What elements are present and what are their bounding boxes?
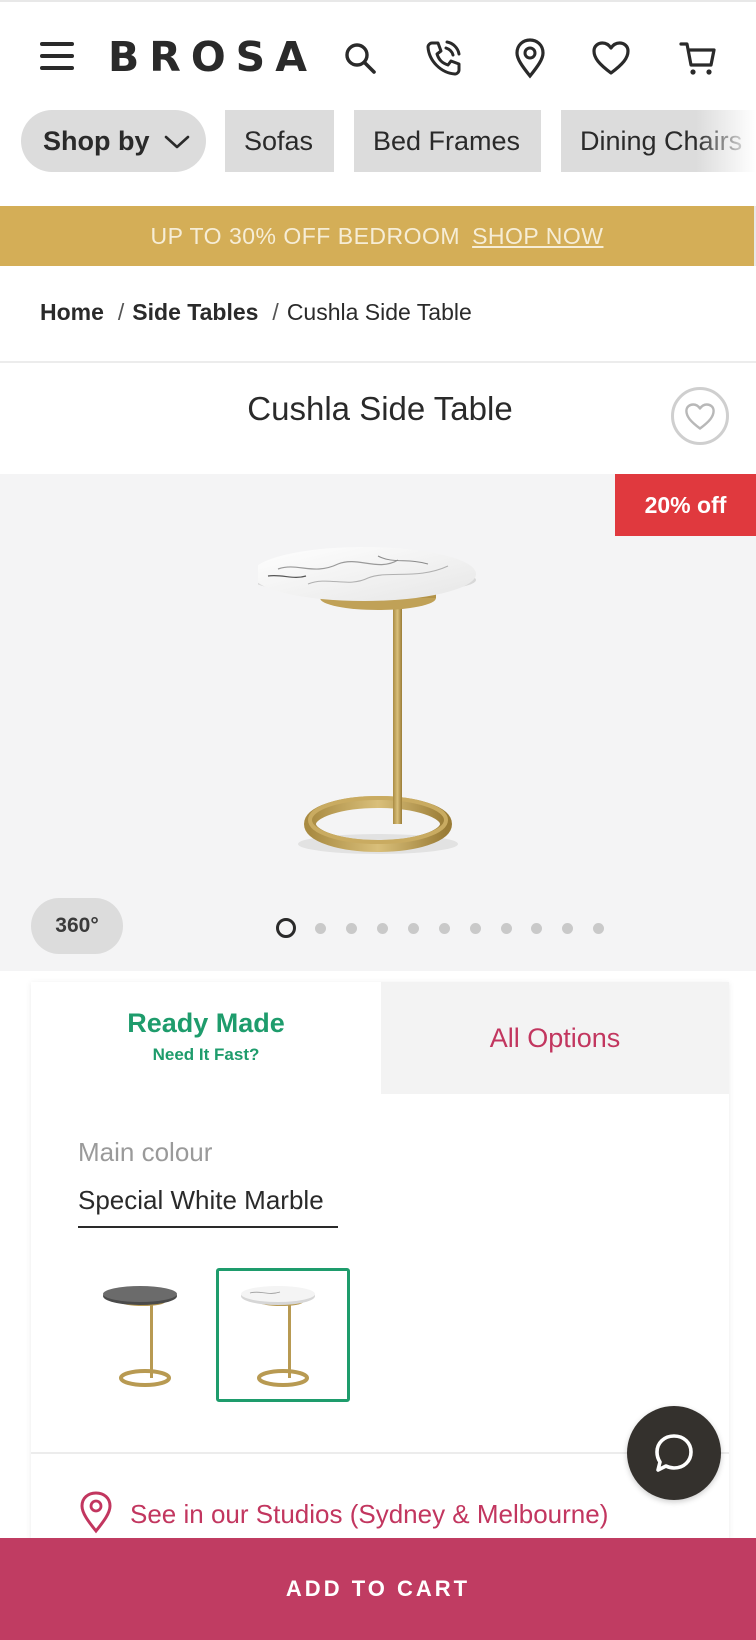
menu-icon[interactable] <box>40 42 74 72</box>
swatch-black-glass[interactable] <box>78 1268 212 1402</box>
brand-logo[interactable]: BROSA <box>108 32 317 82</box>
chip-bed-frames[interactable]: Bed Frames <box>354 110 541 172</box>
shop-by-label: Shop by <box>43 125 150 156</box>
shop-now-link[interactable]: SHOP NOW <box>472 223 603 250</box>
product-title: Cushla Side Table <box>247 390 513 427</box>
breadcrumb-current: Cushla Side Table <box>286 298 472 325</box>
category-chips: Shop by Sofas Bed Frames Dining Chairs <box>0 110 756 176</box>
promo-text: UP TO 30% OFF BEDROOM <box>150 222 461 249</box>
pagination-dot[interactable] <box>562 923 573 934</box>
see-in-studios-text: See in our Studios (Sydney & Melbourne) <box>130 1499 609 1529</box>
tab-all-options[interactable]: All Options <box>381 982 729 1094</box>
divider <box>31 1452 729 1454</box>
promo-banner: UP TO 30% OFF BEDROOM SHOP NOW <box>0 206 756 266</box>
see-in-studios-link[interactable]: See in our Studios (Sydney & Melbourne) <box>78 1490 608 1539</box>
pagination-dot[interactable] <box>346 923 357 934</box>
tab-ready-made[interactable]: Ready Made Need It Fast? <box>31 982 381 1094</box>
divider <box>0 361 756 363</box>
pagination-dot[interactable] <box>439 923 450 934</box>
product-gallery[interactable]: 20% off 360° <box>0 474 756 971</box>
heart-icon[interactable] <box>589 36 633 80</box>
product-image[interactable] <box>258 514 498 874</box>
pagination-dot[interactable] <box>501 923 512 934</box>
cart-icon[interactable] <box>676 36 720 80</box>
tab-ready-made-sublabel: Need It Fast? <box>152 1045 260 1064</box>
chat-button[interactable] <box>627 1406 721 1500</box>
site-header: BROSA <box>0 0 756 106</box>
scroll-fade <box>696 110 756 176</box>
shop-by-dropdown[interactable]: Shop by <box>21 110 206 172</box>
chevron-down-icon <box>164 126 190 157</box>
swatch-special-white-marble[interactable] <box>216 1268 350 1402</box>
tab-ready-made-label: Ready Made <box>127 1008 285 1038</box>
breadcrumb: Home / Side Tables / Cushla Side Table <box>40 296 472 328</box>
pagination-dot[interactable] <box>470 923 481 934</box>
gallery-pagination <box>0 918 756 938</box>
main-colour-value: Special White Marble <box>78 1185 338 1228</box>
options-card: Ready Made Need It Fast? All Options Mai… <box>31 982 729 1542</box>
breadcrumb-side-tables[interactable]: Side Tables <box>132 299 258 326</box>
add-to-wishlist-button[interactable] <box>671 387 729 445</box>
pagination-dot[interactable] <box>408 923 419 934</box>
swatch-image <box>241 1286 315 1387</box>
main-colour-label: Main colour <box>78 1137 213 1167</box>
search-icon[interactable] <box>338 36 382 80</box>
pagination-dot[interactable] <box>315 923 326 934</box>
heart-icon <box>685 402 715 430</box>
chip-sofas[interactable]: Sofas <box>225 110 334 172</box>
pagination-dot[interactable] <box>377 923 388 934</box>
pagination-dot[interactable] <box>593 923 604 934</box>
pagination-dot[interactable] <box>531 923 542 934</box>
breadcrumb-separator: / <box>272 298 279 325</box>
swatch-image <box>103 1286 177 1387</box>
discount-badge: 20% off <box>615 474 756 536</box>
phone-icon[interactable] <box>422 36 466 80</box>
breadcrumb-home[interactable]: Home <box>40 299 104 326</box>
add-to-cart-button[interactable]: ADD TO CART <box>0 1538 756 1640</box>
pagination-dot[interactable] <box>276 918 296 938</box>
location-icon[interactable] <box>508 36 552 80</box>
chat-bubble-icon <box>655 1434 693 1472</box>
location-pin-icon <box>78 1490 114 1539</box>
breadcrumb-separator: / <box>117 298 125 325</box>
